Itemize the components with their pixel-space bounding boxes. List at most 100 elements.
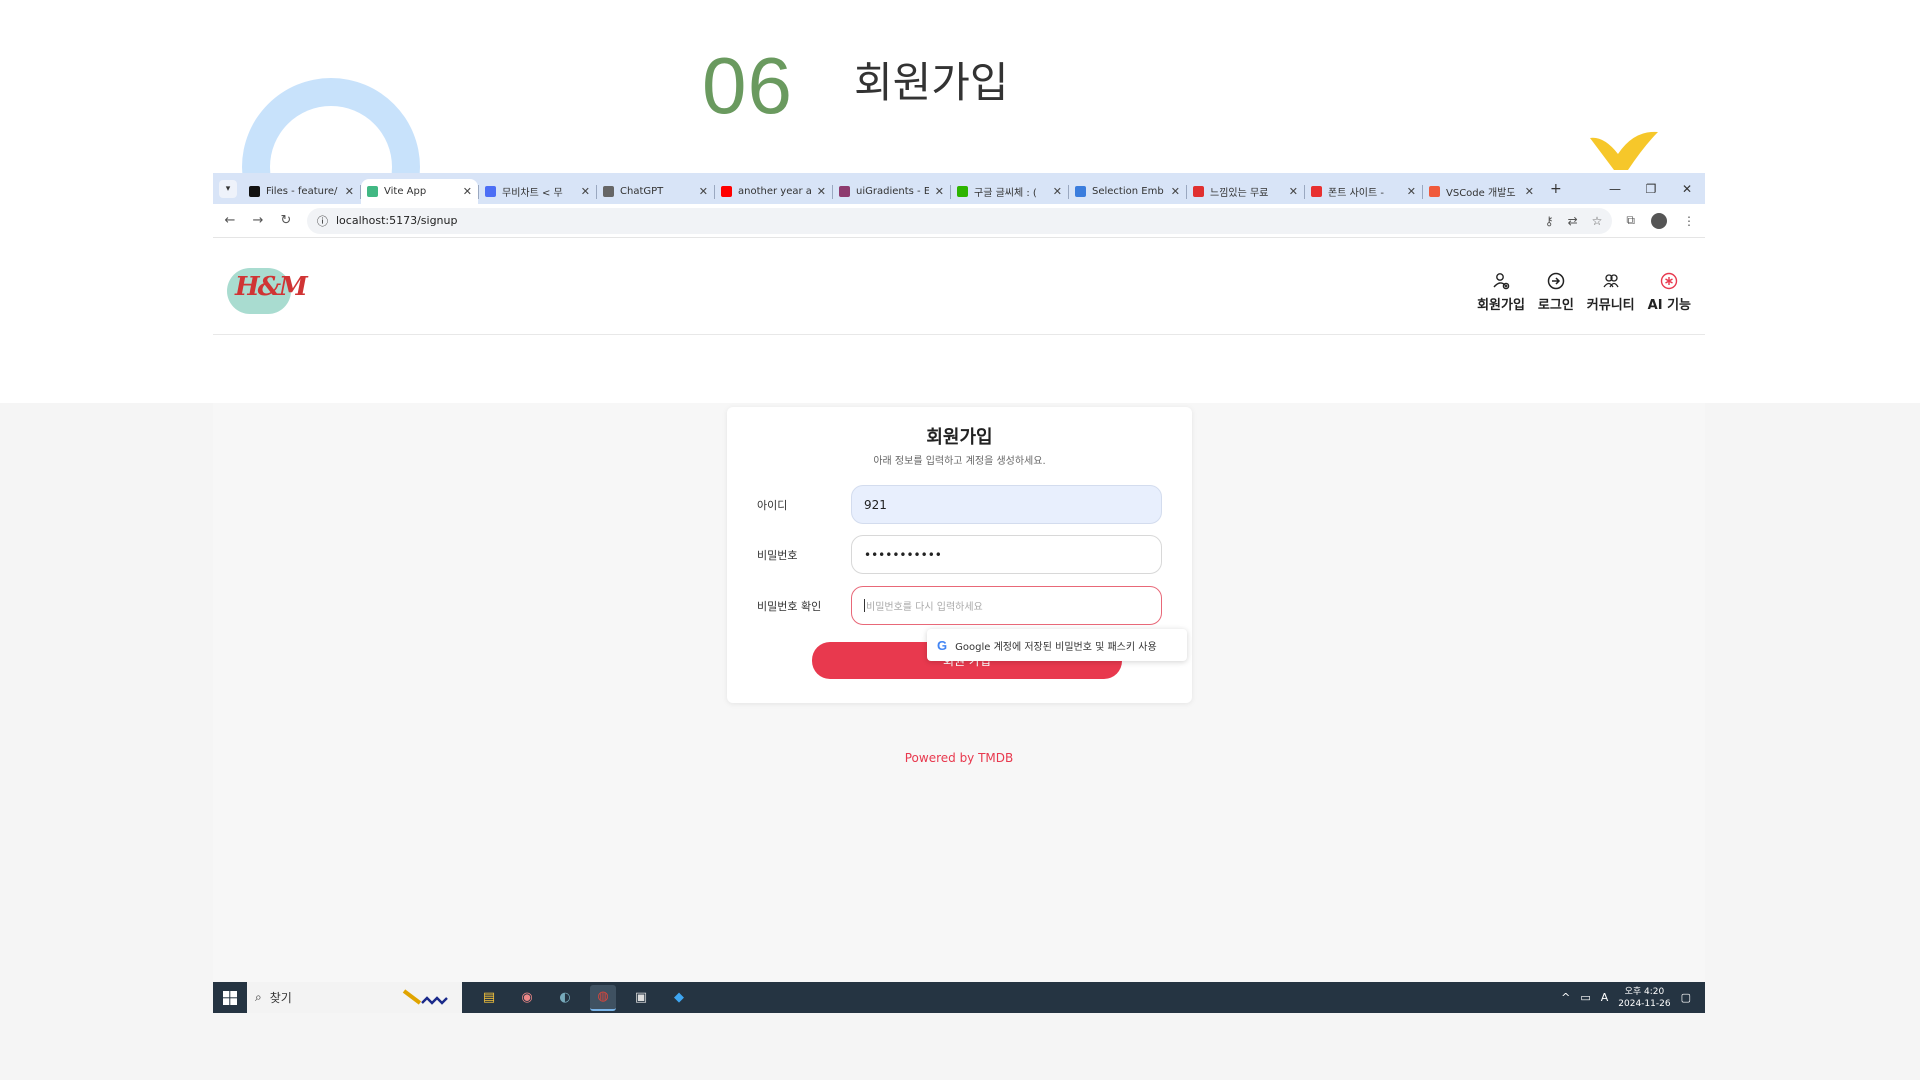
password-key-icon[interactable]: ⚷ (1545, 214, 1554, 228)
slide-title: 회원가입 (854, 58, 1009, 107)
site-info-icon[interactable]: ⓘ (317, 213, 328, 229)
tab-close-icon[interactable]: ✕ (463, 185, 472, 198)
tab-close-icon[interactable]: ✕ (1525, 185, 1534, 198)
reload-button[interactable]: ↻ (279, 213, 293, 228)
translate-icon[interactable]: ⇄ (1568, 214, 1578, 228)
bookmark-star-icon[interactable]: ☆ (1592, 214, 1603, 228)
system-tray: ^ ▭ A 오후 4:20 2024-11-26 ▢ (1561, 986, 1705, 1010)
tab-favicon-icon (1075, 186, 1086, 197)
app-icon[interactable]: ◐ (552, 985, 578, 1011)
nav-label: 커뮤니티 (1586, 298, 1635, 313)
tab-close-icon[interactable]: ✕ (1053, 185, 1062, 198)
tab-label: another year a (738, 186, 811, 197)
nav-signup[interactable]: 회원가입 (1477, 272, 1525, 313)
network-icon[interactable]: ▭ (1580, 991, 1590, 1004)
id-label: 아이디 (757, 499, 788, 512)
tab-search-button[interactable]: ▾ (219, 179, 237, 198)
nav-label: 회원가입 (1477, 298, 1525, 313)
input-language[interactable]: A (1601, 991, 1609, 1004)
taskbar-search[interactable]: ⌕ 찾기 (247, 982, 462, 1013)
main-nav: 회원가입 로그인 커뮤니티 AI 기능 (1477, 272, 1691, 313)
minimize-button[interactable]: — (1597, 182, 1633, 196)
tab-label: Files - feature/ (266, 186, 338, 197)
clock-date: 2024-11-26 (1618, 998, 1671, 1009)
tab-close-icon[interactable]: ✕ (1289, 185, 1298, 198)
browser-tab[interactable]: ChatGPT ✕ (597, 179, 714, 204)
tab-favicon-icon (839, 186, 850, 197)
login-icon (1547, 272, 1565, 290)
tab-close-icon[interactable]: ✕ (699, 185, 708, 198)
tab-label: ChatGPT (620, 186, 664, 197)
app-icon[interactable]: ◉ (514, 985, 540, 1011)
tab-label: 무비차트 < 무 (502, 188, 563, 199)
windows-taskbar: ⌕ 찾기 ▤ ◉ ◐ ◍ ▣ ◆ ^ ▭ A 오후 4:20 2024-11-2… (213, 982, 1705, 1013)
notification-icon[interactable]: ▢ (1681, 991, 1691, 1004)
decorative-check-icon (1590, 131, 1658, 170)
start-button[interactable] (213, 982, 247, 1013)
confirm-password-placeholder: 비밀번호를 다시 입력하세요 (866, 602, 983, 613)
chevron-up-icon[interactable]: ^ (1561, 991, 1570, 1004)
google-password-suggestion[interactable]: G Google 계정에 저장된 비밀번호 및 패스키 사용 (927, 629, 1187, 661)
extensions-icon[interactable]: ⧉ (1626, 213, 1635, 228)
browser-tab[interactable]: uiGradients - E ✕ (833, 179, 950, 204)
user-add-icon (1492, 272, 1510, 290)
tab-label: 폰트 사이트 - (1328, 188, 1384, 199)
confirm-password-input[interactable]: 비밀번호를 다시 입력하세요 (851, 586, 1162, 625)
clock-time: 오후 4:20 (1624, 986, 1665, 997)
browser-tab[interactable]: Selection Emb ✕ (1069, 179, 1186, 204)
url-field[interactable]: ⓘ localhost:5173/signup ⚷ ⇄ ☆ (307, 207, 1613, 234)
tab-strip: ▾ Files - feature/✕ Vite App ✕ 무비차트 < 무 ✕ Cha… (213, 173, 1705, 204)
forward-button[interactable]: → (251, 213, 265, 228)
google-suggestion-text: Google 계정에 저장된 비밀번호 및 패스키 사용 (955, 641, 1157, 653)
vscode-icon[interactable]: ◆ (666, 985, 692, 1011)
browser-tab[interactable]: 무비차트 < 무 ✕ (479, 179, 596, 204)
password-value: ••••••••••• (864, 547, 942, 562)
restore-button[interactable]: ❐ (1633, 182, 1669, 196)
browser-screenshot: ▾ Files - feature/✕ Vite App ✕ 무비차트 < 무 ✕ Cha… (213, 173, 1705, 1013)
tab-favicon-icon (367, 186, 378, 197)
file-explorer-icon[interactable]: ▤ (476, 985, 502, 1011)
tab-favicon-icon (603, 186, 614, 197)
profile-avatar[interactable] (1651, 212, 1667, 229)
menu-kebab-icon[interactable]: ⋮ (1683, 214, 1695, 228)
tab-label: 느낌있는 무료 (1210, 188, 1269, 199)
back-button[interactable]: ← (223, 213, 237, 228)
tab-close-icon[interactable]: ✕ (581, 185, 590, 198)
clock[interactable]: 오후 4:20 2024-11-26 (1618, 986, 1670, 1010)
browser-tab[interactable]: 구글 글씨체 : ( ✕ (951, 179, 1068, 204)
logo-text: H&M (235, 272, 308, 302)
browser-tab[interactable]: Vite App ✕ (361, 179, 478, 204)
close-window-button[interactable]: ✕ (1669, 182, 1705, 196)
browser-tab[interactable]: 폰트 사이트 - ✕ (1305, 179, 1422, 204)
tab-close-icon[interactable]: ✕ (1171, 185, 1180, 198)
id-input[interactable]: 921 (851, 485, 1162, 524)
tab-close-icon[interactable]: ✕ (345, 185, 354, 198)
site-logo[interactable]: H&M (225, 260, 308, 318)
tab-close-icon[interactable]: ✕ (935, 185, 944, 198)
tab-favicon-icon (1193, 186, 1204, 197)
browser-tab[interactable]: 느낌있는 무료 ✕ (1187, 179, 1304, 204)
tab-favicon-icon (721, 186, 732, 197)
new-tab-button[interactable]: + (1550, 181, 1562, 197)
tab-close-icon[interactable]: ✕ (817, 185, 826, 198)
nav-ai[interactable]: AI 기능 (1648, 272, 1691, 313)
signup-subtitle: 아래 정보를 입력하고 계정을 생성하세요. (873, 456, 1046, 467)
chrome-icon[interactable]: ◍ (590, 984, 616, 1011)
address-bar: ← → ↻ ⓘ localhost:5173/signup ⚷ ⇄ ☆ ⧉ ⋮ (213, 204, 1705, 238)
tab-label: uiGradients - E (856, 186, 929, 197)
password-input[interactable]: ••••••••••• (851, 535, 1162, 574)
nav-login[interactable]: 로그인 (1538, 272, 1574, 313)
nav-label: AI 기능 (1647, 298, 1691, 313)
app-header: H&M 회원가입 로그인 커뮤니티 AI 기능 (213, 240, 1705, 335)
tab-favicon-icon (485, 186, 496, 197)
powered-by-footer[interactable]: Powered by TMDB (213, 751, 1705, 765)
taskbar-search-label: 찾기 (269, 991, 292, 1005)
nav-community[interactable]: 커뮤니티 (1587, 272, 1635, 313)
browser-tab[interactable]: VSCode 개발도 ✕ (1423, 179, 1540, 204)
tab-label: 구글 글씨체 : ( (974, 188, 1037, 199)
tab-close-icon[interactable]: ✕ (1407, 185, 1416, 198)
browser-tab[interactable]: Files - feature/ ✕ (243, 179, 360, 204)
terminal-icon[interactable]: ▣ (628, 985, 654, 1011)
browser-tab[interactable]: another year a ✕ (715, 179, 832, 204)
text-caret (864, 599, 865, 612)
